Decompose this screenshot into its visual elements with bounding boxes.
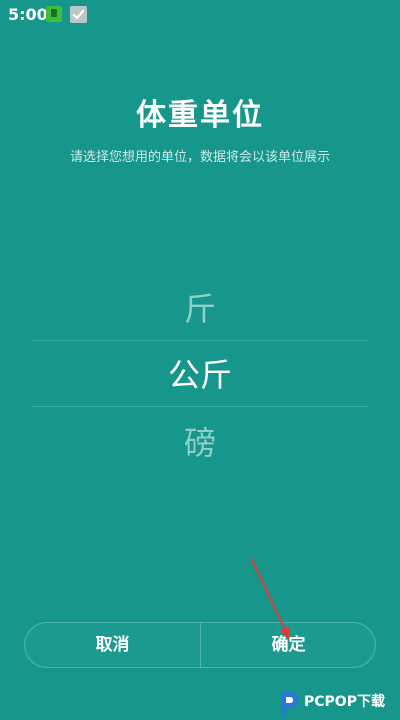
- watermark: PCPOP下载: [276, 686, 400, 720]
- pcpop-logo-icon: [281, 692, 298, 716]
- watermark-text: PCPOP下载: [304, 694, 385, 710]
- annotation-arrow-icon: [250, 557, 290, 640]
